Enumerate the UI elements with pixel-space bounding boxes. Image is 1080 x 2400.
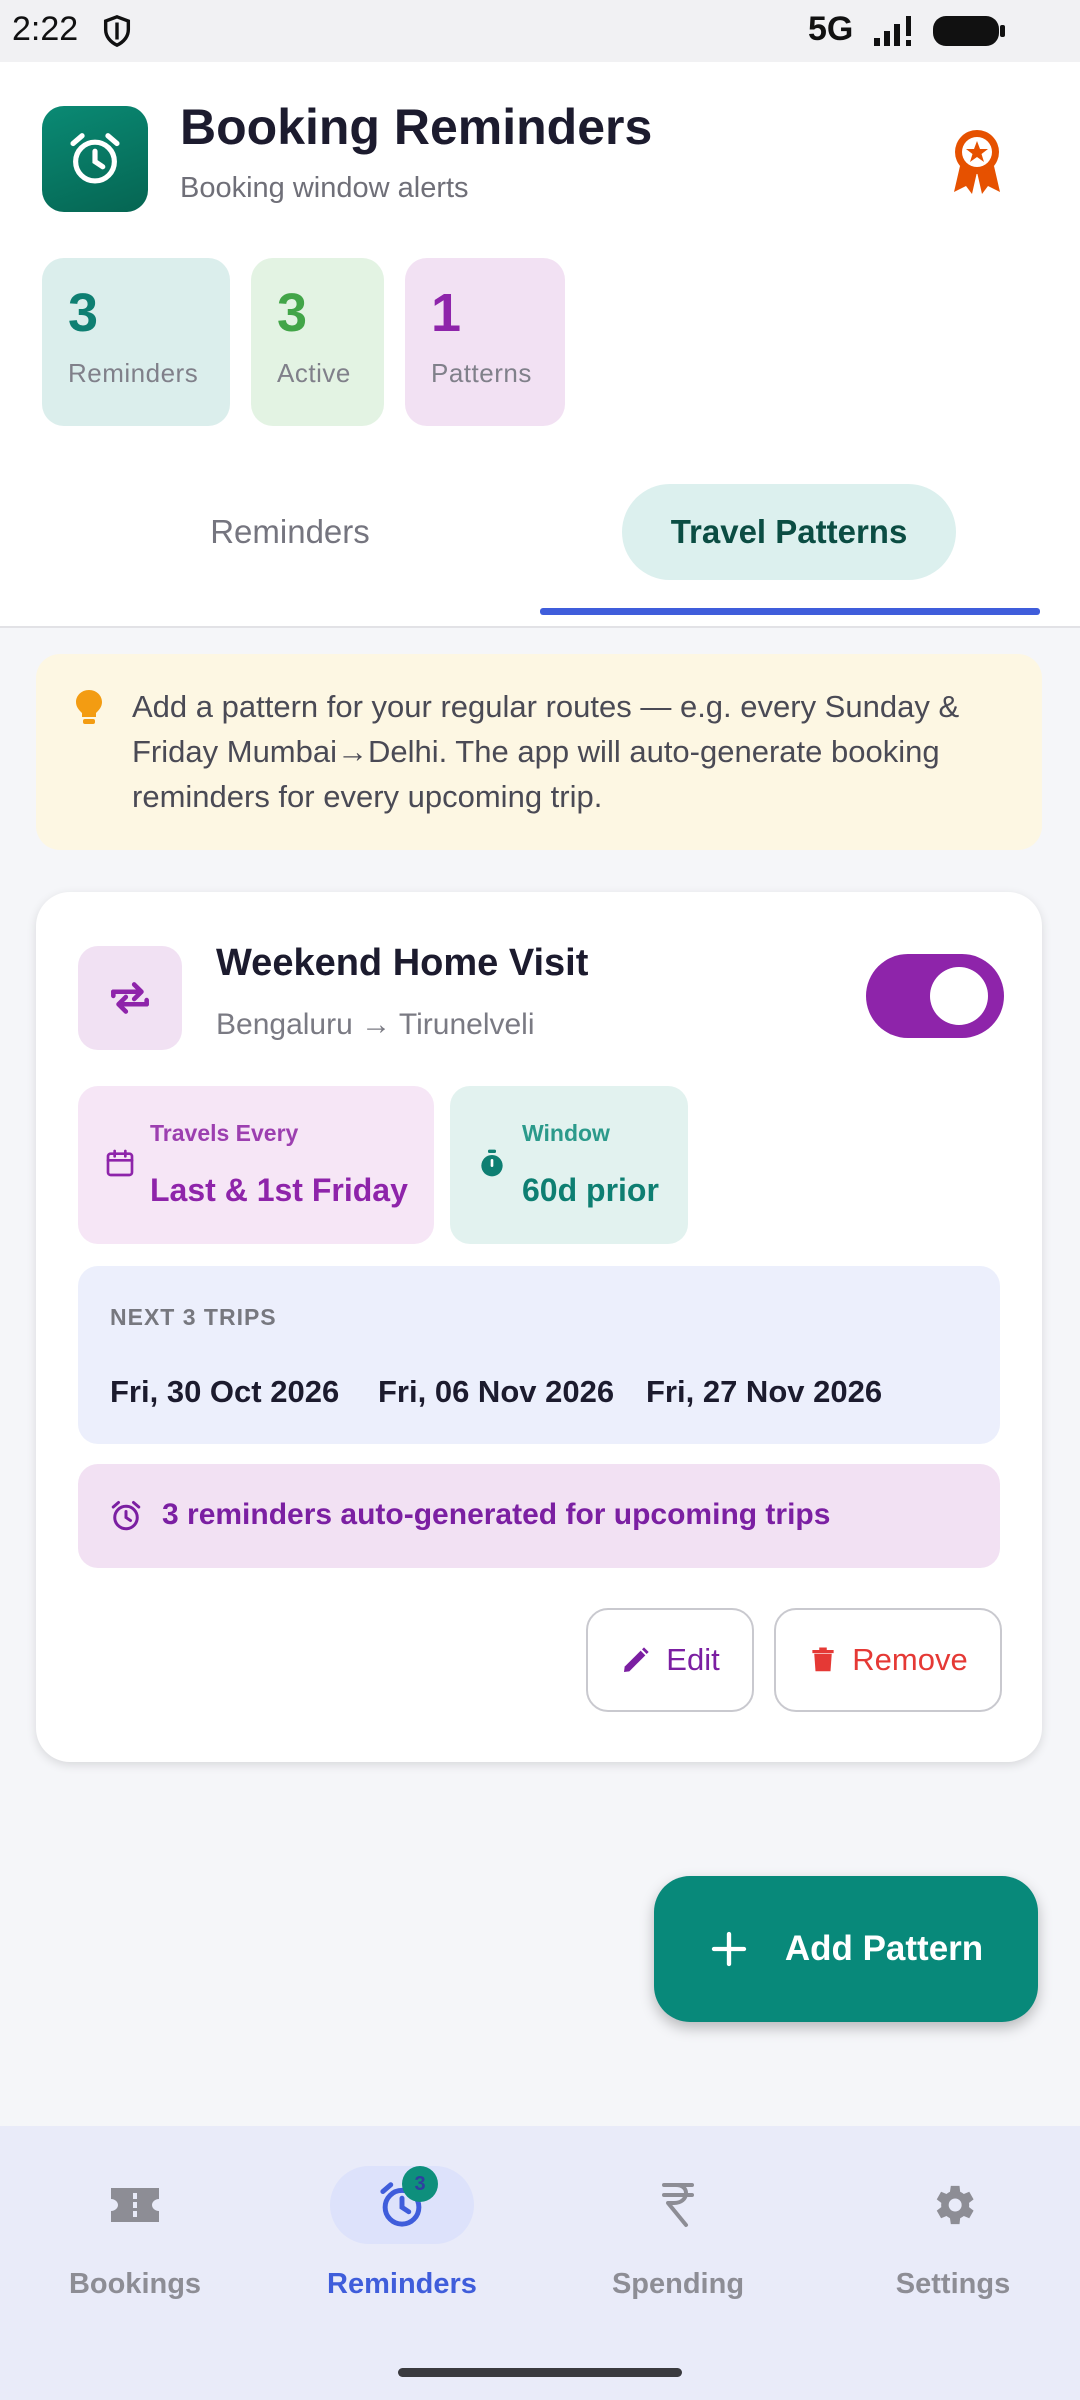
bottom-navigation: Bookings Reminders 3 Spending Settings [0,2126,1080,2400]
app-logo [42,106,148,212]
pattern-icon-box [78,946,182,1050]
travels-every-chip: Travels Every Last & 1st Friday [78,1086,434,1244]
stat-patterns-label: Patterns [431,358,532,388]
stat-active-value: 3 [277,283,308,343]
home-indicator [398,2368,682,2377]
next-trips-panel: NEXT 3 TRIPS Fri, 30 Oct 2026 Fri, 06 No… [78,1266,1000,1444]
tab-travel-patterns[interactable]: Travel Patterns [622,484,956,580]
shield-icon [100,14,134,53]
remove-button-label: Remove [852,1642,968,1677]
stat-reminders-label: Reminders [68,358,199,388]
tab-indicator [540,608,1040,615]
signal-icon [872,14,924,53]
app-header: Booking Reminders Booking window alerts … [0,62,1080,628]
nav-spending-label: Spending [611,2268,745,2300]
ticket-icon [63,2166,207,2244]
window-value: 60d prior [522,1172,659,1208]
add-pattern-label: Add Pattern [784,1929,984,1968]
autogen-notice: 3 reminders auto-generated for upcoming … [78,1464,1000,1568]
nav-settings-label: Settings [895,2268,1011,2300]
stat-active: 3 Active [251,258,384,426]
lightbulb-icon [74,688,104,731]
window-chip: Window 60d prior [450,1086,688,1244]
reminders-count-badge: 3 [402,2166,438,2202]
page-title: Booking Reminders [180,99,653,155]
remove-button[interactable]: Remove [774,1608,1002,1712]
info-banner: Add a pattern for your regular routes — … [36,654,1042,850]
rupee-icon [606,2166,750,2244]
trip-date: Fri, 06 Nov 2026 [378,1374,615,1409]
next-trips-label: NEXT 3 TRIPS [110,1304,277,1330]
travels-every-label: Travels Every [150,1120,299,1146]
stat-patterns-value: 1 [431,283,462,343]
repeat-icon [111,982,149,1014]
pattern-enabled-toggle[interactable] [866,954,1004,1038]
stat-reminders: 3 Reminders [42,258,230,426]
edit-button[interactable]: Edit [586,1608,754,1712]
nav-reminders-label: Reminders [327,2268,477,2300]
calendar-icon [104,1146,136,1185]
toggle-knob [930,967,988,1025]
nav-bookings-label: Bookings [68,2268,202,2300]
gear-icon [881,2166,1025,2244]
network-type: 5G [808,10,854,48]
pencil-icon [624,1647,649,1672]
stat-patterns: 1 Patterns [405,258,565,426]
add-pattern-button[interactable]: Add Pattern [654,1876,1038,2022]
pattern-route: Bengaluru → Tirunelveli [216,1008,535,1041]
info-banner-text: Add a pattern for your regular routes — … [132,689,960,814]
status-bar: 2:22 5G [0,0,1080,62]
nav-item-spending[interactable]: Spending [543,2156,813,2316]
trip-date: Fri, 27 Nov 2026 [646,1374,883,1409]
award-badge-icon[interactable] [946,126,1008,201]
trip-date: Fri, 30 Oct 2026 [110,1374,340,1409]
stat-active-label: Active [277,358,351,388]
page-subtitle: Booking window alerts [180,172,469,204]
alarm-icon [108,1498,144,1539]
nav-item-bookings[interactable]: Bookings [0,2156,270,2316]
nav-item-settings[interactable]: Settings [818,2156,1080,2316]
status-time: 2:22 [12,10,79,48]
travels-every-value: Last & 1st Friday [150,1172,408,1208]
trash-icon [812,1647,834,1672]
stat-reminders-value: 3 [68,283,99,343]
timer-icon [476,1146,508,1185]
window-label: Window [522,1120,610,1146]
tab-reminders[interactable]: Reminders [90,484,490,580]
alarm-clock-icon [70,133,120,184]
battery-icon [932,14,1006,53]
header-divider [0,626,1080,628]
pattern-card: Weekend Home Visit Bengaluru → Tirunelve… [36,892,1042,1762]
edit-button-label: Edit [666,1642,720,1677]
autogen-notice-text: 3 reminders auto-generated for upcoming … [162,1498,831,1531]
plus-icon [711,1931,746,1967]
pattern-title: Weekend Home Visit [216,942,589,984]
